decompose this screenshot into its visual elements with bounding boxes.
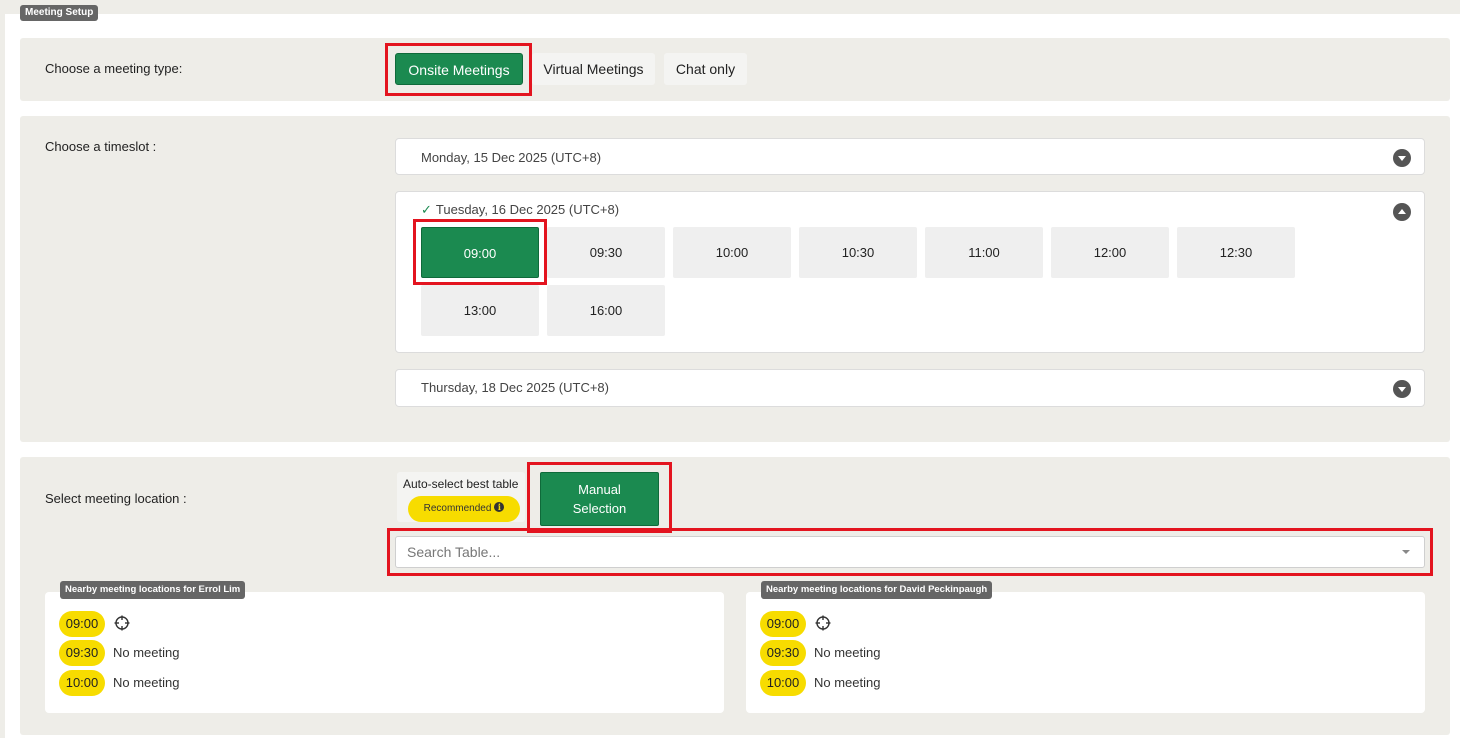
meeting-type-panel: Choose a meeting type: Onsite Meetings V… (20, 38, 1450, 101)
day-header-tuesday-label: Tuesday, 16 Dec 2025 (UTC+8) (435, 202, 620, 217)
manual-selection-button[interactable]: Manual Selection (540, 472, 659, 526)
day-header-monday: Monday, 15 Dec 2025 (UTC+8) (421, 150, 602, 165)
location-label: Select meeting location : (45, 491, 187, 506)
day-header-thursday: Thursday, 18 Dec 2025 (UTC+8) (421, 380, 609, 395)
meeting-status: No meeting (814, 645, 881, 660)
meeting-status: No meeting (814, 675, 881, 690)
onsite-meetings-button[interactable]: Onsite Meetings (395, 53, 523, 85)
chevron-down-icon[interactable] (1393, 380, 1411, 398)
timeslot-1100[interactable]: 11:00 (925, 227, 1043, 278)
location-panel: Select meeting location : Auto-select be… (20, 457, 1450, 735)
timeslot-0900[interactable]: 09:00 (421, 227, 539, 278)
time-badge: 10:00 (760, 670, 806, 696)
timeslot-panel: Choose a timeslot : Monday, 15 Dec 2025 … (20, 116, 1450, 442)
meeting-setup-tag: Meeting Setup (20, 5, 99, 21)
recommended-badge: Recommended i (408, 496, 520, 522)
caret-down-icon[interactable] (1402, 550, 1410, 554)
nearby-locations-david-peckinpaugh: Nearby meeting locations for David Pecki… (746, 581, 1425, 713)
chat-only-button[interactable]: Chat only (664, 53, 747, 85)
chevron-up-icon[interactable] (1393, 203, 1411, 221)
auto-select-label: Auto-select best table (403, 477, 519, 491)
day-accordion-monday[interactable]: Monday, 15 Dec 2025 (UTC+8) (395, 138, 1425, 175)
manual-selection-label-line2: Selection (572, 501, 627, 516)
timeslot-label: Choose a timeslot : (45, 139, 157, 154)
chevron-down-icon[interactable] (1393, 149, 1411, 167)
crosshair-icon[interactable] (815, 615, 831, 631)
meeting-type-label: Choose a meeting type: (45, 61, 183, 76)
meeting-status: No meeting (113, 645, 180, 660)
time-badge: 09:30 (760, 640, 806, 666)
timeslot-1600[interactable]: 16:00 (547, 285, 665, 336)
timeslot-1000[interactable]: 10:00 (673, 227, 791, 278)
time-badge: 10:00 (59, 670, 105, 696)
info-icon[interactable]: i (494, 502, 505, 512)
time-badge: 09:30 (59, 640, 105, 666)
checkmark-icon: ✓ (421, 202, 432, 217)
day-accordion-tuesday[interactable]: ✓ Tuesday, 16 Dec 2025 (UTC+8) 09:00 09:3… (395, 191, 1425, 353)
nearby-title-david-peckinpaugh: Nearby meeting locations for David Pecki… (761, 581, 993, 599)
day-header-tuesday: ✓ Tuesday, 16 Dec 2025 (UTC+8) (421, 202, 619, 218)
nearby-title-errol-lim: Nearby meeting locations for Errol Lim (60, 581, 246, 599)
time-badge: 09:00 (59, 611, 105, 637)
recommended-label: Recommended (423, 503, 492, 514)
timeslot-0930[interactable]: 09:30 (547, 227, 665, 278)
time-badge: 09:00 (760, 611, 806, 637)
nearby-locations-errol-lim: Nearby meeting locations for Errol Lim 0… (45, 581, 724, 713)
manual-selection-label-line1: Manual (578, 482, 621, 497)
timeslot-1300[interactable]: 13:00 (421, 285, 539, 336)
auto-select-option[interactable]: Auto-select best table Recommended i (397, 472, 525, 522)
crosshair-icon[interactable] (114, 615, 130, 631)
search-table-input[interactable] (396, 537, 1386, 567)
meeting-status: No meeting (113, 675, 180, 690)
day-accordion-thursday[interactable]: Thursday, 18 Dec 2025 (UTC+8) (395, 369, 1425, 407)
timeslot-1200[interactable]: 12:00 (1051, 227, 1169, 278)
timeslot-1030[interactable]: 10:30 (799, 227, 917, 278)
virtual-meetings-button[interactable]: Virtual Meetings (532, 53, 655, 85)
timeslot-1230[interactable]: 12:30 (1177, 227, 1295, 278)
search-table-select[interactable] (395, 536, 1425, 568)
